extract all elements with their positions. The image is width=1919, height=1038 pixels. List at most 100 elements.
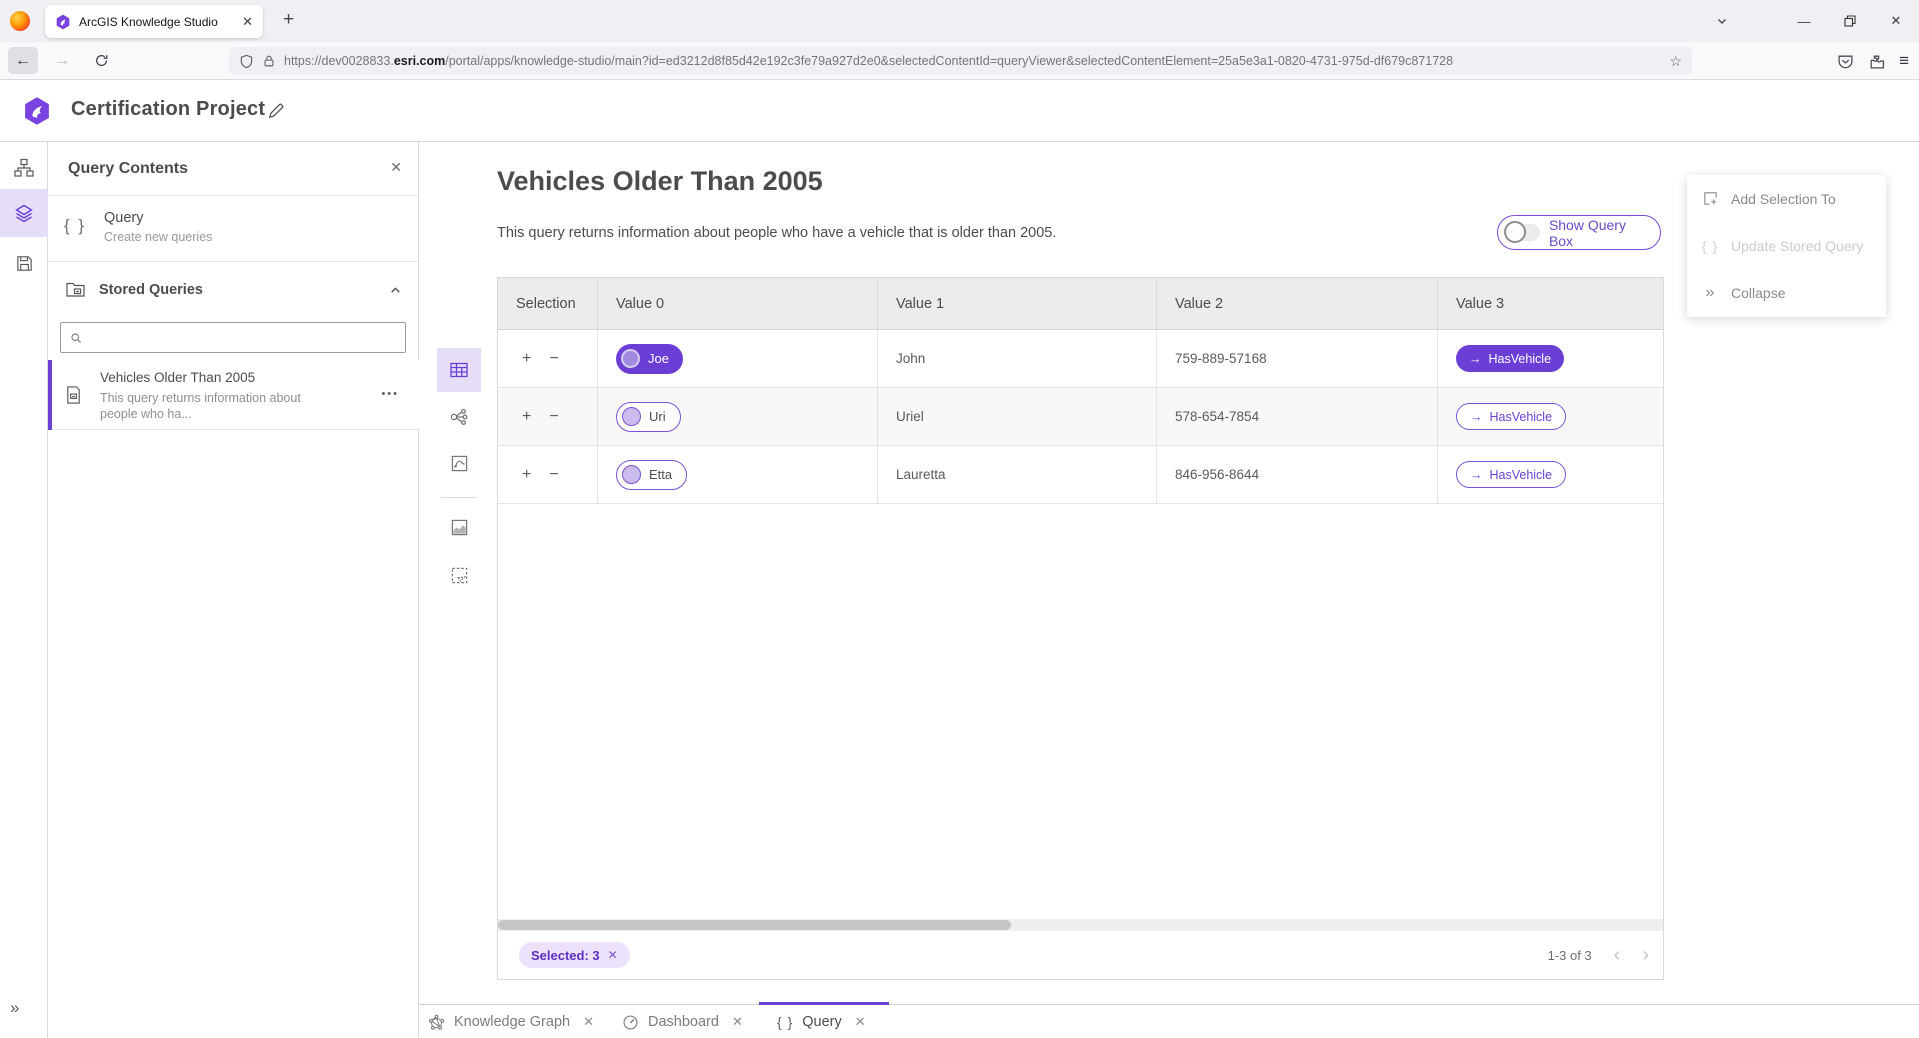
minimize-button[interactable]: — bbox=[1781, 0, 1827, 42]
value1-cell: Lauretta bbox=[878, 446, 1157, 503]
tab-title: ArcGIS Knowledge Studio bbox=[79, 15, 234, 29]
browser-tab[interactable]: ArcGIS Knowledge Studio ✕ bbox=[45, 5, 263, 38]
horizontal-scrollbar[interactable] bbox=[498, 919, 1663, 931]
context-menu: Add Selection To { } Update Stored Query… bbox=[1687, 175, 1886, 317]
braces-icon: { } bbox=[777, 1014, 793, 1030]
content-tab-bar: Knowledge Graph ✕ Dashboard ✕ { } Query … bbox=[419, 1004, 1919, 1038]
extensions-puzzle-icon[interactable] bbox=[1868, 53, 1885, 70]
table-view-icon[interactable] bbox=[437, 348, 481, 392]
tab-close-icon[interactable]: ✕ bbox=[855, 1014, 866, 1030]
edit-title-pencil-icon[interactable] bbox=[267, 102, 285, 120]
query-description: This query returns information about peo… bbox=[497, 225, 1056, 241]
selected-count-chip[interactable]: Selected: 3 ✕ bbox=[519, 942, 630, 968]
tab-list-chevron-icon[interactable] bbox=[1710, 11, 1734, 31]
tab-close-icon[interactable]: ✕ bbox=[732, 1014, 743, 1030]
braces-icon: { } bbox=[64, 216, 86, 236]
results-table: Selection Value 0 Value 1 Value 2 Value … bbox=[497, 277, 1664, 980]
chip-close-icon[interactable]: ✕ bbox=[608, 948, 618, 962]
new-tab-button[interactable]: + bbox=[283, 9, 294, 31]
value1-cell: Uriel bbox=[878, 388, 1157, 445]
entity-pill[interactable]: Joe bbox=[616, 344, 683, 374]
forward-button: → bbox=[47, 47, 77, 74]
tab-query[interactable]: { } Query ✕ bbox=[777, 1005, 866, 1038]
value1-cell: John bbox=[878, 330, 1157, 387]
stored-query-desc-line1: This query returns information about bbox=[100, 390, 330, 406]
stored-query-list-item[interactable]: Vehicles Older Than 2005 This query retu… bbox=[48, 360, 419, 430]
shield-icon[interactable] bbox=[239, 54, 254, 69]
col-value0[interactable]: Value 0 bbox=[598, 278, 878, 329]
query-viewer: Vehicles Older Than 2005 This query retu… bbox=[419, 142, 1919, 1004]
url-bar[interactable]: https://dev0028833.esri.com/portal/apps/… bbox=[229, 47, 1692, 75]
search-input[interactable] bbox=[89, 330, 397, 345]
selected-indicator-bar bbox=[48, 360, 52, 430]
map-view-icon[interactable] bbox=[437, 441, 481, 485]
new-query-item[interactable]: { } Query Create new queries bbox=[48, 196, 418, 262]
reload-button[interactable] bbox=[86, 47, 116, 74]
browser-tab-strip: ArcGIS Knowledge Studio ✕ + — ✕ bbox=[0, 0, 1919, 42]
left-rail: » bbox=[0, 142, 48, 1038]
table-row: +− Joe John 759-889-57168 →HasVehicle bbox=[498, 330, 1663, 388]
select-marquee-icon[interactable] bbox=[437, 553, 481, 597]
query-item-subtitle: Create new queries bbox=[104, 230, 212, 244]
restore-button[interactable] bbox=[1827, 0, 1873, 42]
scrollbar-thumb[interactable] bbox=[498, 920, 1011, 930]
value2-cell: 578-654-7854 bbox=[1157, 388, 1438, 445]
menu-item-collapse[interactable]: » Collapse bbox=[1687, 269, 1886, 316]
browser-toolbar: ← → https://dev0028833.esri.com/portal/a… bbox=[0, 42, 1919, 80]
layers-icon[interactable] bbox=[0, 189, 48, 237]
lock-icon[interactable] bbox=[262, 54, 276, 68]
data-model-icon[interactable] bbox=[0, 144, 48, 192]
project-title: Certification Project bbox=[71, 98, 265, 121]
row-add-button[interactable]: + bbox=[522, 466, 531, 484]
col-selection[interactable]: Selection bbox=[498, 278, 598, 329]
menu-hamburger-icon[interactable]: ≡ bbox=[1899, 51, 1909, 71]
stored-queries-header[interactable]: Stored Queries bbox=[48, 262, 418, 320]
toggle-track[interactable] bbox=[1506, 224, 1540, 241]
link-chart-icon[interactable] bbox=[437, 395, 481, 439]
value2-cell: 759-889-57168 bbox=[1157, 330, 1438, 387]
panel-close-icon[interactable]: ✕ bbox=[390, 159, 402, 176]
close-window-button[interactable]: ✕ bbox=[1873, 0, 1919, 42]
item-options-ellipsis[interactable]: ••• bbox=[381, 388, 399, 400]
query-title: Vehicles Older Than 2005 bbox=[497, 166, 823, 197]
row-add-button[interactable]: + bbox=[522, 350, 531, 368]
menu-item-add-selection-to[interactable]: Add Selection To bbox=[1687, 175, 1886, 222]
relation-pill[interactable]: →HasVehicle bbox=[1456, 345, 1564, 372]
histogram-map-icon[interactable] bbox=[437, 505, 481, 549]
expand-panel-chevrons[interactable]: » bbox=[10, 998, 19, 1018]
stored-queries-search[interactable] bbox=[60, 322, 406, 353]
tab-knowledge-graph[interactable]: Knowledge Graph ✕ bbox=[428, 1005, 594, 1038]
relation-pill[interactable]: →HasVehicle bbox=[1456, 461, 1566, 488]
collapse-chevron-icon[interactable] bbox=[389, 284, 402, 297]
back-button[interactable]: ← bbox=[8, 47, 38, 74]
bookmark-star-icon[interactable]: ☆ bbox=[1669, 53, 1682, 70]
show-query-box-toggle[interactable]: Show Query Box bbox=[1497, 215, 1661, 250]
arrow-right-icon: → bbox=[1470, 410, 1483, 424]
row-add-button[interactable]: + bbox=[522, 408, 531, 426]
col-value2[interactable]: Value 2 bbox=[1157, 278, 1438, 329]
next-page-chevron[interactable]: › bbox=[1642, 945, 1649, 965]
row-remove-button[interactable]: − bbox=[549, 350, 558, 368]
prev-page-chevron[interactable]: ‹ bbox=[1614, 945, 1621, 965]
stored-query-doc-icon bbox=[64, 385, 83, 405]
tab-dashboard[interactable]: Dashboard ✕ bbox=[622, 1005, 743, 1038]
row-remove-button[interactable]: − bbox=[549, 408, 558, 426]
relation-pill[interactable]: →HasVehicle bbox=[1456, 403, 1566, 430]
firefox-icon[interactable] bbox=[10, 11, 30, 31]
selected-count-label: Selected: 3 bbox=[531, 948, 600, 963]
tab-close-icon[interactable]: ✕ bbox=[583, 1014, 594, 1030]
app-header: Certification Project ? PL publisher2 la… bbox=[0, 80, 1919, 142]
entity-avatar-icon bbox=[622, 407, 641, 426]
stored-query-title: Vehicles Older Than 2005 bbox=[100, 370, 255, 385]
braces-icon: { } bbox=[1701, 238, 1719, 254]
row-remove-button[interactable]: − bbox=[549, 466, 558, 484]
entity-pill[interactable]: Etta bbox=[616, 460, 687, 490]
entity-pill[interactable]: Uri bbox=[616, 402, 681, 432]
col-value3[interactable]: Value 3 bbox=[1438, 278, 1663, 329]
tab-close-icon[interactable]: ✕ bbox=[242, 14, 253, 30]
save-icon[interactable] bbox=[0, 239, 48, 287]
pocket-icon[interactable] bbox=[1837, 53, 1854, 70]
col-value1[interactable]: Value 1 bbox=[878, 278, 1157, 329]
toggle-knob[interactable] bbox=[1504, 221, 1526, 243]
menu-item-update-stored-query[interactable]: { } Update Stored Query bbox=[1687, 222, 1886, 269]
